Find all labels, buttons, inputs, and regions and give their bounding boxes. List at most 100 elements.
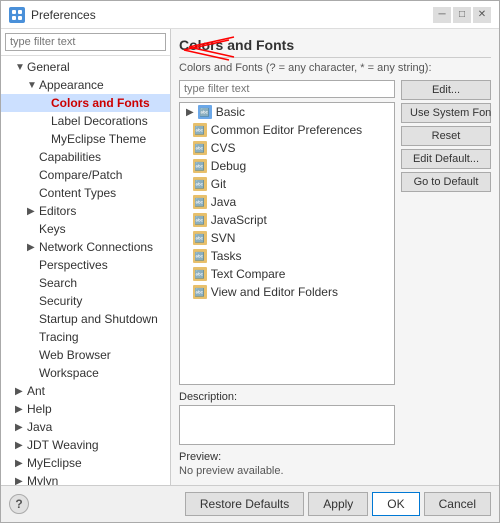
sidebar-item-label: Ant (27, 384, 45, 398)
list-item[interactable]: 🔤 Java (180, 193, 394, 211)
sidebar-item-label: Help (27, 402, 52, 416)
item-expand-arrow (186, 287, 189, 298)
sidebar-item-myeclipse[interactable]: ▶ MyEclipse (1, 454, 170, 472)
expand-arrow: ▶ (15, 404, 23, 415)
item-icon: 🔤 (193, 177, 207, 191)
expand-arrow (27, 332, 35, 343)
action-buttons-panel: Edit... Use System Font Reset Edit Defau… (401, 80, 491, 477)
item-icon: 🔤 (193, 213, 207, 227)
sidebar-item-search[interactable]: Search (1, 274, 170, 292)
list-item[interactable]: 🔤 JavaScript (180, 211, 394, 229)
sidebar-item-label: Network Connections (39, 240, 153, 254)
sidebar-item-network-connections[interactable]: ▶ Network Connections (1, 238, 170, 256)
sidebar-item-workspace[interactable]: Workspace (1, 364, 170, 382)
item-expand-arrow (186, 197, 189, 208)
list-item[interactable]: 🔤 Text Compare (180, 265, 394, 283)
go-to-default-button[interactable]: Go to Default (401, 172, 491, 192)
item-icon: 🔤 (193, 195, 207, 209)
sidebar-item-mylyn[interactable]: ▶ Mylyn (1, 472, 170, 485)
expand-arrow (27, 170, 35, 181)
right-panel: Colors and Fonts Colors and Fonts (? = a… (171, 29, 499, 485)
item-expand-arrow (186, 269, 189, 280)
sidebar-item-label: Compare/Patch (39, 168, 122, 182)
fonts-filter-input[interactable] (179, 80, 395, 98)
sidebar-item-label: MyEclipse (27, 456, 82, 470)
item-icon: 🔤 (193, 231, 207, 245)
sidebar-item-label: Mylyn (27, 474, 58, 485)
expand-arrow (39, 116, 47, 127)
list-item[interactable]: 🔤 Git (180, 175, 394, 193)
sidebar-item-label: Appearance (39, 78, 104, 92)
item-expand-arrow (186, 125, 189, 136)
sidebar-item-editors[interactable]: ▶ Editors (1, 202, 170, 220)
list-item[interactable]: 🔤 SVN (180, 229, 394, 247)
title-bar-left: Preferences (9, 7, 96, 23)
list-item[interactable]: 🔤 View and Editor Folders (180, 283, 394, 301)
sidebar-item-label: Content Types (39, 186, 116, 200)
expand-arrow (27, 296, 35, 307)
expand-arrow (39, 134, 47, 145)
list-item[interactable]: 🔤 Common Editor Preferences (180, 121, 394, 139)
cancel-button[interactable]: Cancel (424, 492, 491, 516)
item-expand-arrow (186, 251, 189, 262)
list-item[interactable]: 🔤 Tasks (180, 247, 394, 265)
preview-area: Preview: No preview available. (179, 451, 395, 477)
item-icon: 🔤 (193, 123, 207, 137)
window-controls: ─ □ ✕ (433, 7, 491, 23)
panel-title: Colors and Fonts (179, 37, 491, 58)
sidebar-item-general[interactable]: ▼ General (1, 58, 170, 76)
sidebar-item-label: Colors and Fonts (51, 96, 150, 110)
sidebar-item-help[interactable]: ▶ Help (1, 400, 170, 418)
item-icon: 🔤 (193, 141, 207, 155)
item-icon: 🔤 (193, 159, 207, 173)
edit-button[interactable]: Edit... (401, 80, 491, 100)
sidebar-item-jdt-weaving[interactable]: ▶ JDT Weaving (1, 436, 170, 454)
ok-button[interactable]: OK (372, 492, 419, 516)
sidebar-item-security[interactable]: Security (1, 292, 170, 310)
sidebar-item-compare-patch[interactable]: Compare/Patch (1, 166, 170, 184)
expand-arrow (27, 260, 35, 271)
list-item[interactable]: 🔤 Debug (180, 157, 394, 175)
bottom-left: ? (9, 494, 29, 514)
sidebar-item-java[interactable]: ▶ Java (1, 418, 170, 436)
list-item[interactable]: 🔤 CVS (180, 139, 394, 157)
sidebar-item-tracing[interactable]: Tracing (1, 328, 170, 346)
sidebar-filter-input[interactable] (5, 33, 166, 51)
sidebar-item-startup-shutdown[interactable]: Startup and Shutdown (1, 310, 170, 328)
minimize-button[interactable]: ─ (433, 7, 451, 23)
sidebar-item-capabilities[interactable]: Capabilities (1, 148, 170, 166)
sidebar-item-myeclipse-theme[interactable]: MyEclipse Theme (1, 130, 170, 148)
sidebar-item-appearance[interactable]: ▼ Appearance (1, 76, 170, 94)
expand-arrow: ▼ (15, 62, 23, 73)
item-expand-arrow (186, 161, 189, 172)
reset-button[interactable]: Reset (401, 126, 491, 146)
maximize-button[interactable]: □ (453, 7, 471, 23)
use-system-font-button[interactable]: Use System Font (401, 103, 491, 123)
restore-defaults-button[interactable]: Restore Defaults (185, 492, 304, 516)
list-item[interactable]: ▶ 🔤 Basic (180, 103, 394, 121)
sidebar-item-content-types[interactable]: Content Types (1, 184, 170, 202)
sidebar-item-label: Web Browser (39, 348, 111, 362)
title-bar: Preferences ─ □ ✕ (1, 1, 499, 29)
expand-arrow: ▶ (27, 242, 35, 253)
apply-button[interactable]: Apply (308, 492, 368, 516)
description-area: Description: (179, 391, 395, 445)
sidebar-item-label: Java (27, 420, 52, 434)
item-icon: 🔤 (198, 105, 212, 119)
preview-text: No preview available. (179, 465, 395, 477)
expand-arrow (27, 224, 35, 235)
panel-body: ▶ 🔤 Basic 🔤 Common Editor Preferences 🔤 (179, 80, 491, 477)
sidebar-item-perspectives[interactable]: Perspectives (1, 256, 170, 274)
edit-default-button[interactable]: Edit Default... (401, 149, 491, 169)
sidebar-item-label-decorations[interactable]: Label Decorations (1, 112, 170, 130)
description-label: Description: (179, 391, 395, 403)
sidebar-item-ant[interactable]: ▶ Ant (1, 382, 170, 400)
expand-arrow (27, 368, 35, 379)
close-button[interactable]: ✕ (473, 7, 491, 23)
sidebar-item-keys[interactable]: Keys (1, 220, 170, 238)
sidebar-item-colors-fonts[interactable]: Colors and Fonts (1, 94, 170, 112)
bottom-bar: ? Restore Defaults Apply OK Cancel (1, 485, 499, 522)
list-item-label: JavaScript (211, 213, 267, 227)
help-button[interactable]: ? (9, 494, 29, 514)
sidebar-item-web-browser[interactable]: Web Browser (1, 346, 170, 364)
